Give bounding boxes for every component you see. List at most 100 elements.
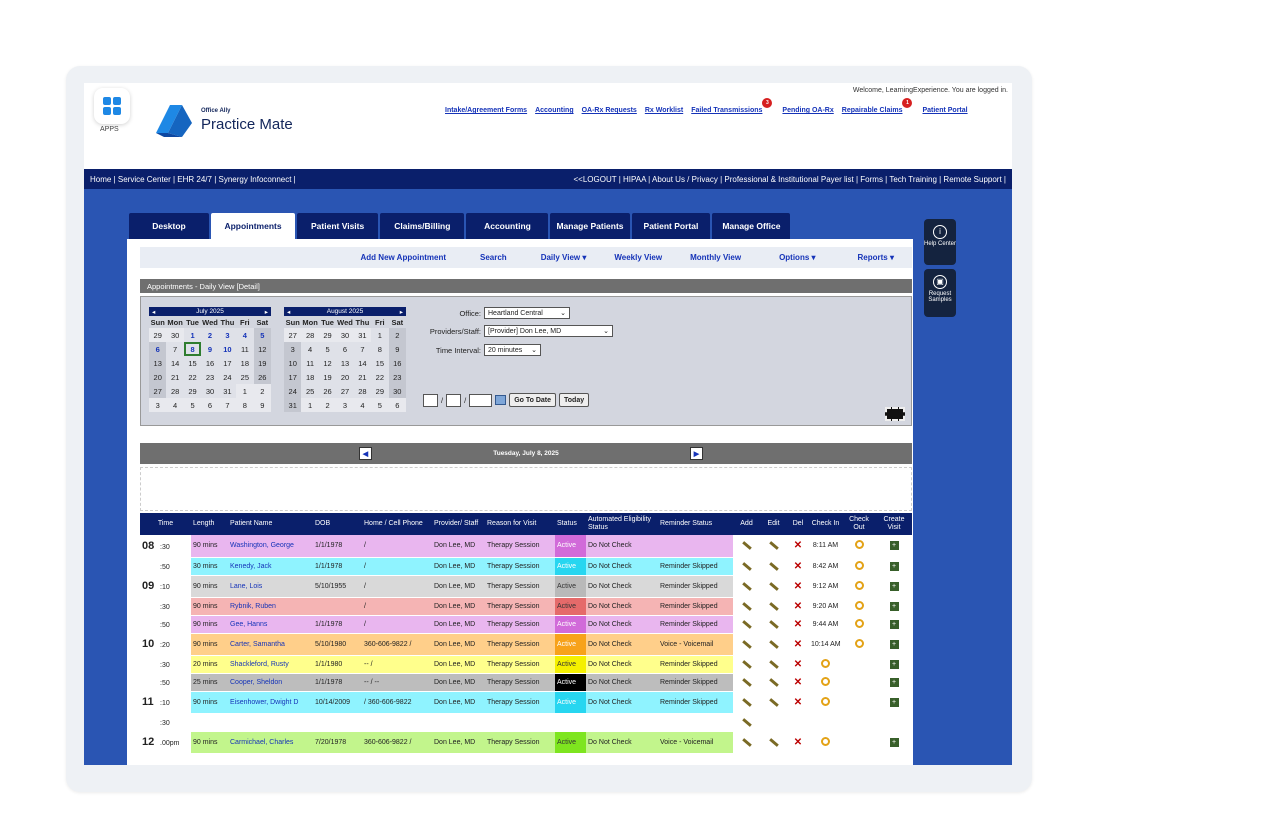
calendar-day[interactable]: 5 [183,398,202,412]
create-visit-icon[interactable]: + [889,541,899,551]
calendar-day[interactable]: 1 [183,328,202,342]
calendar-day[interactable]: 7 [353,342,372,356]
edit-icon[interactable] [768,659,779,669]
delete-icon[interactable]: ✕ [794,677,802,688]
calendar-day[interactable]: 6 [149,342,167,356]
tab-appointments[interactable]: Appointments [211,213,295,239]
check-in-cell[interactable]: 10:14 AM [809,633,842,656]
calendar-day[interactable]: 30 [388,384,406,398]
calendar-day[interactable]: 21 [166,370,184,384]
calendar-day[interactable]: 13 [149,356,167,370]
calendar-day[interactable]: 14 [353,356,372,370]
calendar-day[interactable]: 7 [166,342,184,356]
subnav-weekly-view[interactable]: Weekly View [600,247,676,268]
subnav-reports[interactable]: Reports ▾ [840,247,912,268]
appointment-row[interactable]: :30 [140,713,912,732]
calendar-day[interactable]: 5 [318,342,337,356]
tab-patient-visits[interactable]: Patient Visits [297,213,379,239]
edit-icon[interactable] [768,737,779,747]
calendar-day[interactable]: 5 [371,398,389,412]
calendar-day[interactable]: 25 [301,384,319,398]
go-to-date-button[interactable]: Go To Date [509,393,557,407]
calendar-day[interactable]: 10 [284,356,302,370]
calendar-day[interactable]: 18 [301,370,319,384]
create-visit-icon[interactable]: + [889,677,899,687]
subnav-search[interactable]: Search [460,247,527,268]
calendar-day[interactable]: 31 [218,384,237,398]
edit-icon[interactable] [768,639,779,649]
calendar-day[interactable]: 29 [149,328,167,342]
calendar-day[interactable]: 29 [318,328,337,342]
calendar-day[interactable]: 3 [284,342,302,356]
check-in-cell[interactable] [809,673,842,692]
add-icon[interactable] [741,601,752,611]
calendar-day[interactable]: 26 [253,370,271,384]
check-in-cell[interactable]: 8:11 AM [809,535,842,558]
calendar-day[interactable]: 31 [284,398,302,412]
calendar-day[interactable]: 19 [253,356,271,370]
calendar-day[interactable]: 27 [336,384,354,398]
add-icon[interactable] [741,659,752,669]
calendar-day[interactable]: 4 [236,328,254,342]
calendar-day[interactable]: 14 [166,356,184,370]
calendar-day[interactable]: 8 [371,342,389,356]
link-failed-transmissions[interactable]: Failed Transmissions 3 [691,98,773,114]
check-out-icon[interactable] [854,580,864,590]
check-in-cell[interactable] [809,731,842,754]
add-icon[interactable] [741,541,752,551]
calendar-day[interactable]: 28 [301,328,319,342]
calendar-day[interactable]: 29 [183,384,202,398]
patient-name-cell[interactable]: Washington, George [228,535,313,558]
appointment-row[interactable]: 08:30 90 mins Washington, George 1/1/1978/D… [140,535,912,558]
tab-manage-office[interactable]: Manage Office [712,213,791,239]
calendar-day[interactable]: 21 [353,370,372,384]
create-visit-icon[interactable]: + [889,581,899,591]
calendar-day[interactable]: 13 [336,356,354,370]
create-visit-icon[interactable]: + [889,639,899,649]
next-month-icon[interactable]: ▸ [400,308,403,316]
create-visit-icon[interactable]: + [889,659,899,669]
check-in-cell[interactable]: 9:44 AM [809,615,842,634]
tab-patient-portal[interactable]: Patient Portal [631,213,711,239]
calendar-day[interactable]: 17 [218,356,237,370]
edit-icon[interactable] [768,619,779,629]
calendar-day[interactable]: 3 [149,398,167,412]
check-out-icon[interactable] [854,540,864,550]
calendar-day[interactable]: 12 [318,356,337,370]
calendar-day[interactable]: 9 [388,342,406,356]
calendar-day[interactable]: 6 [336,342,354,356]
calendar-day[interactable]: 16 [388,356,406,370]
delete-icon[interactable]: ✕ [794,561,802,572]
delete-icon[interactable]: ✕ [794,639,802,650]
calendar-icon[interactable] [495,395,507,405]
check-out-icon[interactable] [854,638,864,648]
calendar-day[interactable]: 28 [353,384,372,398]
calendar-day[interactable]: 11 [236,342,254,356]
appointment-row[interactable]: 11:10 90 mins Eisenhower, Dwight D 10/14/20… [140,691,912,714]
month-input[interactable] [423,393,438,407]
calendar-day[interactable]: 4 [166,398,184,412]
calendar-day[interactable]: 31 [353,328,372,342]
delete-icon[interactable]: ✕ [794,601,802,612]
add-icon[interactable] [741,561,752,571]
check-in-icon[interactable] [821,736,830,746]
check-in-icon[interactable] [821,658,830,668]
calendar-day[interactable]: 17 [284,370,302,384]
calendar-day[interactable]: 19 [318,370,337,384]
check-in-cell[interactable] [809,691,842,714]
request-samples-button[interactable]: ▣ Request Samples [924,269,956,317]
patient-name-cell[interactable] [228,713,313,732]
add-icon[interactable] [741,677,752,687]
subnav-monthly-view[interactable]: Monthly View [676,247,755,268]
link-intake-forms[interactable]: Intake/Agreement Forms [445,107,527,114]
navbar-left-links[interactable]: Home | Service Center | EHR 24/7 | Syner… [90,175,296,184]
appointment-row[interactable]: 10:20 90 mins Carter, Samantha 5/10/1980 360… [140,633,912,656]
calendar-day[interactable]: 24 [218,370,237,384]
create-visit-icon[interactable]: + [889,697,899,707]
delete-icon[interactable]: ✕ [794,659,802,670]
appointment-row[interactable]: :50 90 mins Gee, Hanns 1/1/1978/Don Lee, MD… [140,615,912,634]
calendar-day[interactable]: 5 [253,328,271,342]
help-center-button[interactable]: i Help Center [924,219,956,265]
calendar-day[interactable]: 4 [301,342,319,356]
calendar-day[interactable]: 8 [183,342,202,356]
